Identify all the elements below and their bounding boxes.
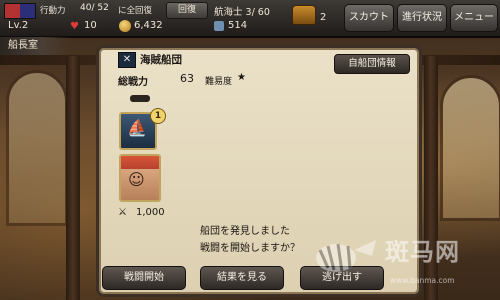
crew-icon bbox=[214, 21, 224, 31]
left-pillar bbox=[66, 56, 80, 300]
left-window bbox=[6, 70, 68, 226]
progress-button[interactable]: 進行状況 bbox=[397, 4, 447, 32]
star-icon: ★ bbox=[237, 72, 246, 83]
heart-icon: ♥ bbox=[70, 21, 79, 32]
troop-count: 1,000 bbox=[136, 207, 165, 218]
scout-button[interactable]: スカウト bbox=[344, 4, 394, 32]
difficulty-label: 難易度 bbox=[205, 77, 233, 87]
crew-value: 514 bbox=[228, 20, 248, 31]
start-battle-button[interactable]: 戦闘開始 bbox=[102, 266, 186, 290]
room-title: 船長室 bbox=[0, 37, 70, 55]
message-line-1: 船団を発見しました bbox=[200, 226, 290, 237]
fleet-name: 海賊船団 bbox=[140, 54, 182, 66]
right-window bbox=[440, 75, 500, 221]
captain-face-icon: ☺ bbox=[128, 170, 145, 189]
action-value: 40/ 52 bbox=[80, 3, 109, 13]
menu-button[interactable]: メニュー bbox=[450, 4, 498, 32]
fleet-info-button[interactable]: 自船団情報 bbox=[334, 54, 410, 74]
hearts-value: 10 bbox=[84, 20, 97, 31]
cannon-icon bbox=[130, 95, 150, 102]
coin-icon bbox=[119, 20, 131, 32]
recover-button[interactable]: 回復 bbox=[166, 2, 208, 19]
ship-badge: 1 bbox=[150, 108, 166, 124]
power-value: 63 bbox=[180, 72, 194, 85]
navigator-count: 航海士 3/ 60 bbox=[214, 7, 270, 18]
watermark-site: 斑马网 bbox=[385, 238, 460, 266]
gold-value: 6,432 bbox=[134, 20, 163, 31]
watermark-url: www.banma.com bbox=[390, 276, 455, 285]
flag-icon bbox=[4, 3, 36, 19]
fleet-flag-icon: ✕ bbox=[118, 52, 136, 68]
action-recover-text: に全回復 bbox=[118, 6, 153, 16]
status-bar: 行動力 40/ 52 に全回復 回復 Lv.2 ♥ 10 6,432 航海士 3… bbox=[0, 0, 500, 38]
message-line-2: 戦闘を開始しますか？ bbox=[200, 243, 300, 254]
ship-icon: ⛵ bbox=[127, 118, 147, 137]
chest-count: 2 bbox=[320, 12, 327, 23]
action-label: 行動力 bbox=[40, 6, 66, 16]
player-level: Lv.2 bbox=[8, 20, 29, 31]
chest-icon[interactable] bbox=[292, 5, 316, 25]
view-result-button[interactable]: 結果を見る bbox=[200, 266, 284, 290]
watermark-zebra-icon bbox=[316, 240, 376, 273]
sword-icon: ⚔ bbox=[118, 207, 127, 218]
power-label: 総戦力 bbox=[118, 77, 148, 88]
